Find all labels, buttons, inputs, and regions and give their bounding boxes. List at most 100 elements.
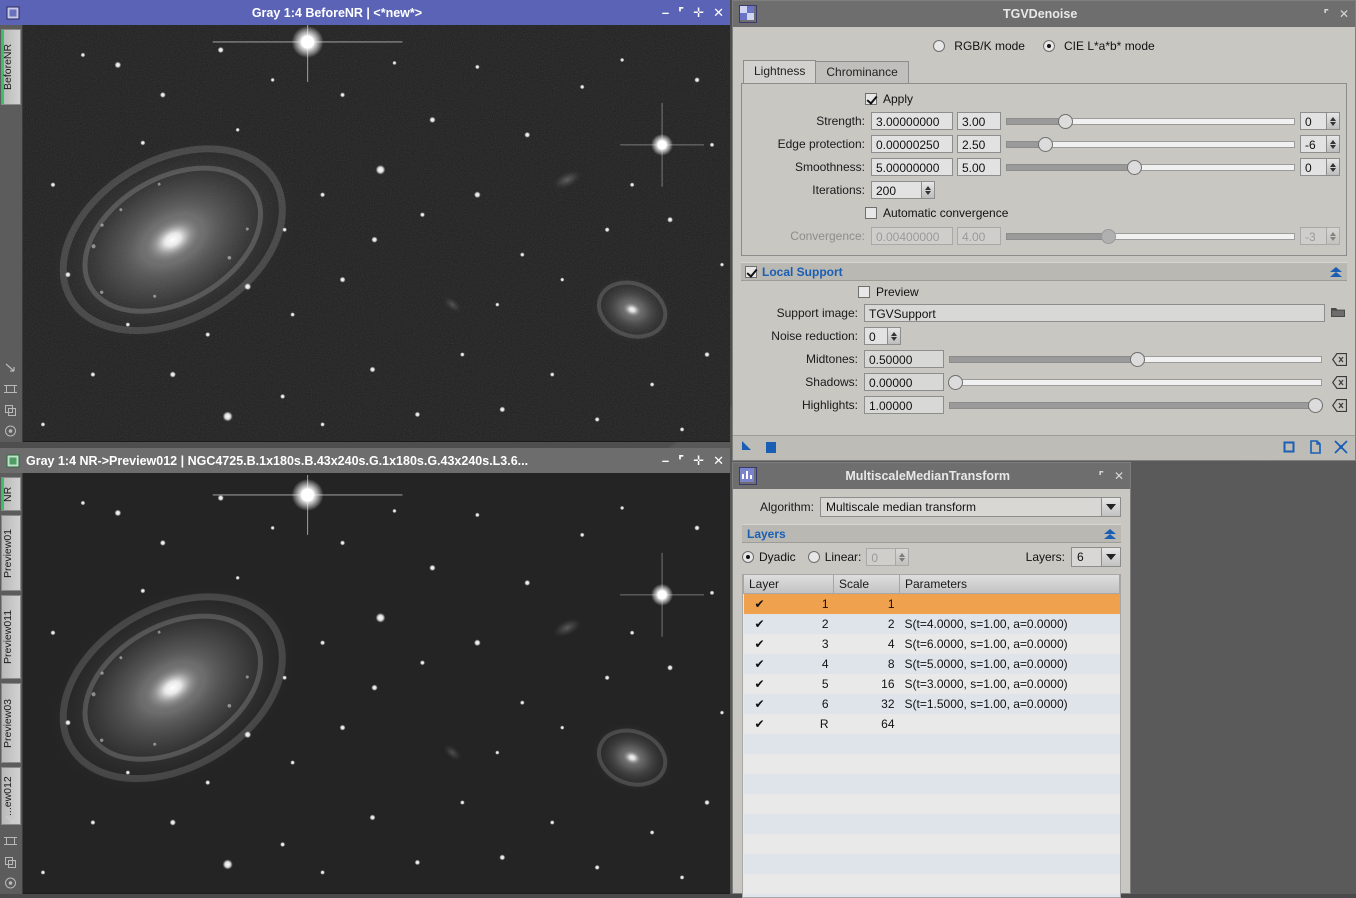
tgvdenoise-dialog[interactable]: TGVDenoise ⌜ ✕ RGB/K mode CIE L*a*b* mod… bbox=[732, 0, 1356, 461]
radio-cielab-mode[interactable] bbox=[1043, 40, 1055, 52]
table-row[interactable]: ✔ 3 4 S(t=6.0000, s=1.00, a=0.0000) bbox=[744, 634, 1120, 654]
shade-icon[interactable]: ⌜ bbox=[1323, 7, 1329, 21]
param-row-edge-protection[interactable]: Edge protection: 0.00000250 2.50 -6 bbox=[748, 135, 1340, 153]
table-row[interactable]: ✔ 6 32 S(t=1.5000, s=1.00, a=0.0000) bbox=[744, 694, 1120, 714]
target-icon[interactable] bbox=[3, 876, 18, 890]
row-highlights[interactable]: Highlights: 1.00000 bbox=[741, 396, 1347, 414]
image-window-after-buttons[interactable]: – ⌜ ✛ ✕ bbox=[662, 454, 724, 467]
image-canvas-before[interactable] bbox=[23, 25, 730, 442]
shade-icon[interactable]: ⌜ bbox=[678, 6, 684, 19]
minimize-icon[interactable]: – bbox=[662, 6, 669, 19]
color-mode-group[interactable]: RGB/K mode CIE L*a*b* mode bbox=[741, 39, 1347, 53]
chevron-down-icon[interactable] bbox=[1101, 548, 1120, 566]
spinner-noise-reduction[interactable]: 0 bbox=[864, 327, 901, 345]
checkbox-apply[interactable] bbox=[865, 93, 877, 105]
row-enabled-check-icon[interactable]: ✔ bbox=[744, 614, 776, 634]
input-edge-protection-value[interactable]: 0.00000250 bbox=[871, 135, 953, 153]
vtab-nr[interactable]: NR bbox=[1, 477, 21, 511]
vtab-preview03[interactable]: Preview03 bbox=[1, 683, 21, 763]
input-smoothness-exponent[interactable]: 0 bbox=[1300, 158, 1327, 176]
table-row[interactable]: ✔ 5 16 S(t=3.0000, s=1.00, a=0.0000) bbox=[744, 674, 1120, 694]
collapse-layers-icon[interactable] bbox=[1103, 528, 1117, 540]
image-window-after-sidebar[interactable]: NR Preview01 Preview011 Preview03 ...ew0… bbox=[0, 473, 23, 894]
apply-global-icon[interactable] bbox=[764, 440, 778, 457]
vtab-beforenr[interactable]: BeforeNR bbox=[1, 29, 21, 105]
select-algorithm[interactable]: Multiscale median transform bbox=[820, 497, 1121, 517]
tgvdenoise-tabs[interactable]: Lightness Chrominance bbox=[743, 60, 1347, 83]
layers-table[interactable]: Layer Scale Parameters ✔ 1 1 ✔ 2 bbox=[742, 574, 1121, 898]
row-enabled-check-icon[interactable]: ✔ bbox=[744, 594, 776, 615]
chevron-down-icon[interactable] bbox=[1101, 498, 1120, 516]
tab-lightness[interactable]: Lightness bbox=[743, 60, 816, 83]
checkbox-support-preview[interactable] bbox=[858, 286, 870, 298]
tgvdenoise-window-buttons[interactable]: ⌜ ✕ bbox=[1323, 7, 1349, 21]
image-canvas-after[interactable] bbox=[23, 473, 730, 894]
browse-documentation-icon[interactable] bbox=[1308, 440, 1322, 457]
maximize-icon[interactable]: ✛ bbox=[693, 454, 704, 467]
slider-midtones[interactable] bbox=[949, 351, 1322, 367]
reset-icon[interactable] bbox=[1334, 440, 1348, 457]
duplicate-icon[interactable] bbox=[3, 403, 18, 417]
param-row-iterations[interactable]: Iterations: 200 bbox=[748, 181, 1340, 199]
slider-edge-protection[interactable] bbox=[1006, 136, 1295, 152]
maximize-icon[interactable]: ✛ bbox=[693, 6, 704, 19]
spinner-edge-protection-exponent[interactable]: -6 bbox=[1300, 135, 1340, 153]
collapse-section-icon[interactable] bbox=[1329, 266, 1343, 278]
image-window-before[interactable]: Gray 1:4 BeforeNR | <*new*> – ⌜ ✛ ✕ Befo… bbox=[0, 0, 730, 442]
image-window-before-sidebar[interactable]: BeforeNR bbox=[0, 25, 23, 442]
layers-table-body[interactable]: ✔ 1 1 ✔ 2 2 S(t=4.0000, s=1.00, a=0.0000… bbox=[744, 594, 1120, 898]
pointer-icon[interactable] bbox=[3, 813, 18, 827]
input-strength-value[interactable]: 3.00000000 bbox=[871, 112, 953, 130]
spinner-smoothness-exponent[interactable]: 0 bbox=[1300, 158, 1340, 176]
close-icon[interactable]: ✕ bbox=[713, 454, 724, 467]
table-row[interactable]: ✔ 2 2 S(t=4.0000, s=1.00, a=0.0000) bbox=[744, 614, 1120, 634]
crop-icon[interactable] bbox=[3, 382, 18, 396]
table-row[interactable]: ✔ 4 8 S(t=5.0000, s=1.00, a=0.0000) bbox=[744, 654, 1120, 674]
checkbox-automatic-convergence[interactable] bbox=[865, 207, 877, 219]
row-enabled-check-icon[interactable]: ✔ bbox=[744, 714, 776, 734]
image-window-after-side-icons[interactable] bbox=[3, 813, 18, 890]
duplicate-icon[interactable] bbox=[3, 855, 18, 869]
slider-shadows[interactable] bbox=[949, 374, 1322, 390]
image-window-before-side-icons[interactable] bbox=[3, 361, 18, 438]
input-shadows[interactable]: 0.00000 bbox=[864, 373, 944, 391]
input-iterations[interactable]: 200 bbox=[871, 181, 922, 199]
checkbox-local-support[interactable] bbox=[745, 266, 757, 278]
column-header-layer[interactable]: Layer bbox=[744, 575, 834, 594]
apply-instance-icon[interactable] bbox=[740, 440, 754, 457]
input-edge-protection-short[interactable]: 2.50 bbox=[957, 135, 1001, 153]
section-layers[interactable]: Layers bbox=[742, 524, 1121, 543]
radio-dyadic[interactable] bbox=[742, 551, 754, 563]
new-instance-icon[interactable] bbox=[1282, 440, 1296, 457]
target-icon[interactable] bbox=[3, 424, 18, 438]
row-support-image[interactable]: Support image: TGVSupport bbox=[741, 304, 1347, 322]
radio-linear[interactable] bbox=[808, 551, 820, 563]
reset-highlights-icon[interactable] bbox=[1332, 399, 1347, 412]
row-enabled-check-icon[interactable]: ✔ bbox=[744, 634, 776, 654]
row-enabled-check-icon[interactable]: ✔ bbox=[744, 694, 776, 714]
column-header-scale[interactable]: Scale bbox=[834, 575, 900, 594]
row-noise-reduction[interactable]: Noise reduction: 0 bbox=[741, 327, 1347, 345]
input-noise-reduction[interactable]: 0 bbox=[864, 327, 888, 345]
image-window-before-buttons[interactable]: – ⌜ ✛ ✕ bbox=[662, 6, 724, 19]
mmt-titlebar[interactable]: MultiscaleMedianTransform ⌜ ✕ bbox=[733, 463, 1130, 489]
row-scaling-scheme[interactable]: Dyadic Linear: 0 Layers: 6 bbox=[742, 547, 1121, 567]
spinner-iterations[interactable]: 200 bbox=[871, 181, 935, 199]
vtab-preview011[interactable]: Preview011 bbox=[1, 595, 21, 679]
input-smoothness-short[interactable]: 5.00 bbox=[957, 158, 1001, 176]
reset-midtones-icon[interactable] bbox=[1332, 353, 1347, 366]
input-smoothness-value[interactable]: 5.00000000 bbox=[871, 158, 953, 176]
tgvdenoise-titlebar[interactable]: TGVDenoise ⌜ ✕ bbox=[733, 1, 1355, 27]
input-strength-exponent[interactable]: 0 bbox=[1300, 112, 1327, 130]
mmt-dialog[interactable]: MultiscaleMedianTransform ⌜ ✕ Algorithm:… bbox=[732, 462, 1131, 894]
mmt-window-buttons[interactable]: ⌜ ✕ bbox=[1098, 469, 1124, 483]
input-edge-protection-exponent[interactable]: -6 bbox=[1300, 135, 1327, 153]
row-enabled-check-icon[interactable]: ✔ bbox=[744, 654, 776, 674]
shade-icon[interactable]: ⌜ bbox=[1098, 469, 1104, 483]
folder-icon[interactable] bbox=[1331, 306, 1347, 321]
image-window-before-titlebar[interactable]: Gray 1:4 BeforeNR | <*new*> – ⌜ ✛ ✕ bbox=[0, 0, 730, 25]
slider-highlights[interactable] bbox=[949, 397, 1322, 413]
close-icon[interactable]: ✕ bbox=[1339, 7, 1349, 21]
input-support-image[interactable]: TGVSupport bbox=[864, 304, 1325, 322]
param-row-smoothness[interactable]: Smoothness: 5.00000000 5.00 0 bbox=[748, 158, 1340, 176]
